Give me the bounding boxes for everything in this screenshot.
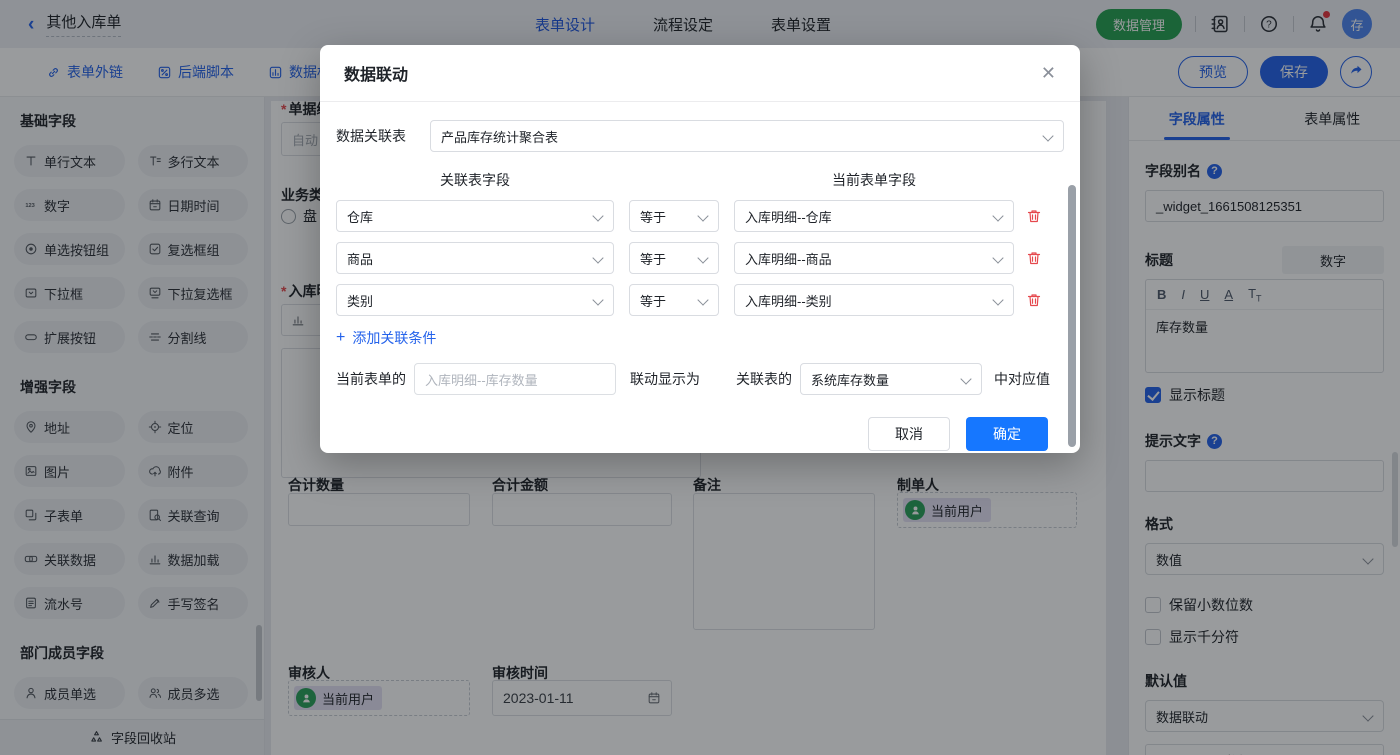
- condition-operator-select[interactable]: 等于: [629, 284, 719, 316]
- condition-field-select[interactable]: 入库明细--仓库: [734, 200, 1014, 232]
- condition-operator-select[interactable]: 等于: [629, 242, 719, 274]
- condition-row: 类别等于入库明细--类别: [336, 284, 1064, 316]
- trash-icon[interactable]: [1026, 208, 1042, 224]
- current-field-input[interactable]: 入库明细--库存数量: [414, 363, 616, 395]
- trash-icon[interactable]: [1026, 250, 1042, 266]
- modal-footer: 取消 确定: [336, 395, 1064, 451]
- trash-icon[interactable]: [1026, 292, 1042, 308]
- modal-body: 数据关联表 产品库存统计聚合表 关联表字段 当前表单字段 仓库等于入库明细--仓…: [320, 102, 1080, 451]
- relation-table-select[interactable]: 产品库存统计聚合表: [430, 120, 1064, 152]
- relation-table-row: 数据关联表 产品库存统计聚合表: [336, 120, 1064, 152]
- modal-header: 数据联动 ✕: [320, 45, 1080, 102]
- modal-title: 数据联动: [344, 61, 408, 85]
- modal-scrollbar[interactable]: [1068, 185, 1076, 447]
- condition-row: 商品等于入库明细--商品: [336, 242, 1064, 274]
- condition-field-select[interactable]: 入库明细--类别: [734, 284, 1014, 316]
- cancel-button[interactable]: 取消: [868, 417, 950, 451]
- confirm-button[interactable]: 确定: [966, 417, 1048, 451]
- relation-table-label: 数据关联表: [336, 126, 420, 146]
- condition-field-select[interactable]: 入库明细--商品: [734, 242, 1014, 274]
- left-column-header: 关联表字段: [336, 170, 614, 190]
- close-icon[interactable]: ✕: [1041, 64, 1056, 82]
- right-column-header: 当前表单字段: [734, 170, 1014, 190]
- condition-left-select[interactable]: 仓库: [336, 200, 614, 232]
- add-condition-link[interactable]: + 添加关联条件: [336, 328, 436, 348]
- data-linkage-modal: 数据联动 ✕ 数据关联表 产品库存统计聚合表 关联表字段 当前表单字段 仓库等于…: [320, 45, 1080, 453]
- current-form-label: 当前表单的: [336, 369, 406, 389]
- condition-operator-select[interactable]: 等于: [629, 200, 719, 232]
- linkage-mapping-row: 当前表单的 入库明细--库存数量 联动显示为 关联表的 系统库存数量 中对应值: [336, 363, 1064, 395]
- display-as-label: 联动显示为: [630, 369, 700, 389]
- condition-left-select[interactable]: 商品: [336, 242, 614, 274]
- related-field-select[interactable]: 系统库存数量: [800, 363, 982, 395]
- condition-headers: 关联表字段 当前表单字段: [336, 170, 1064, 190]
- condition-left-select[interactable]: 类别: [336, 284, 614, 316]
- condition-row: 仓库等于入库明细--仓库: [336, 200, 1064, 232]
- suffix-label: 中对应值: [994, 369, 1050, 389]
- related-table-label: 关联表的: [736, 369, 792, 389]
